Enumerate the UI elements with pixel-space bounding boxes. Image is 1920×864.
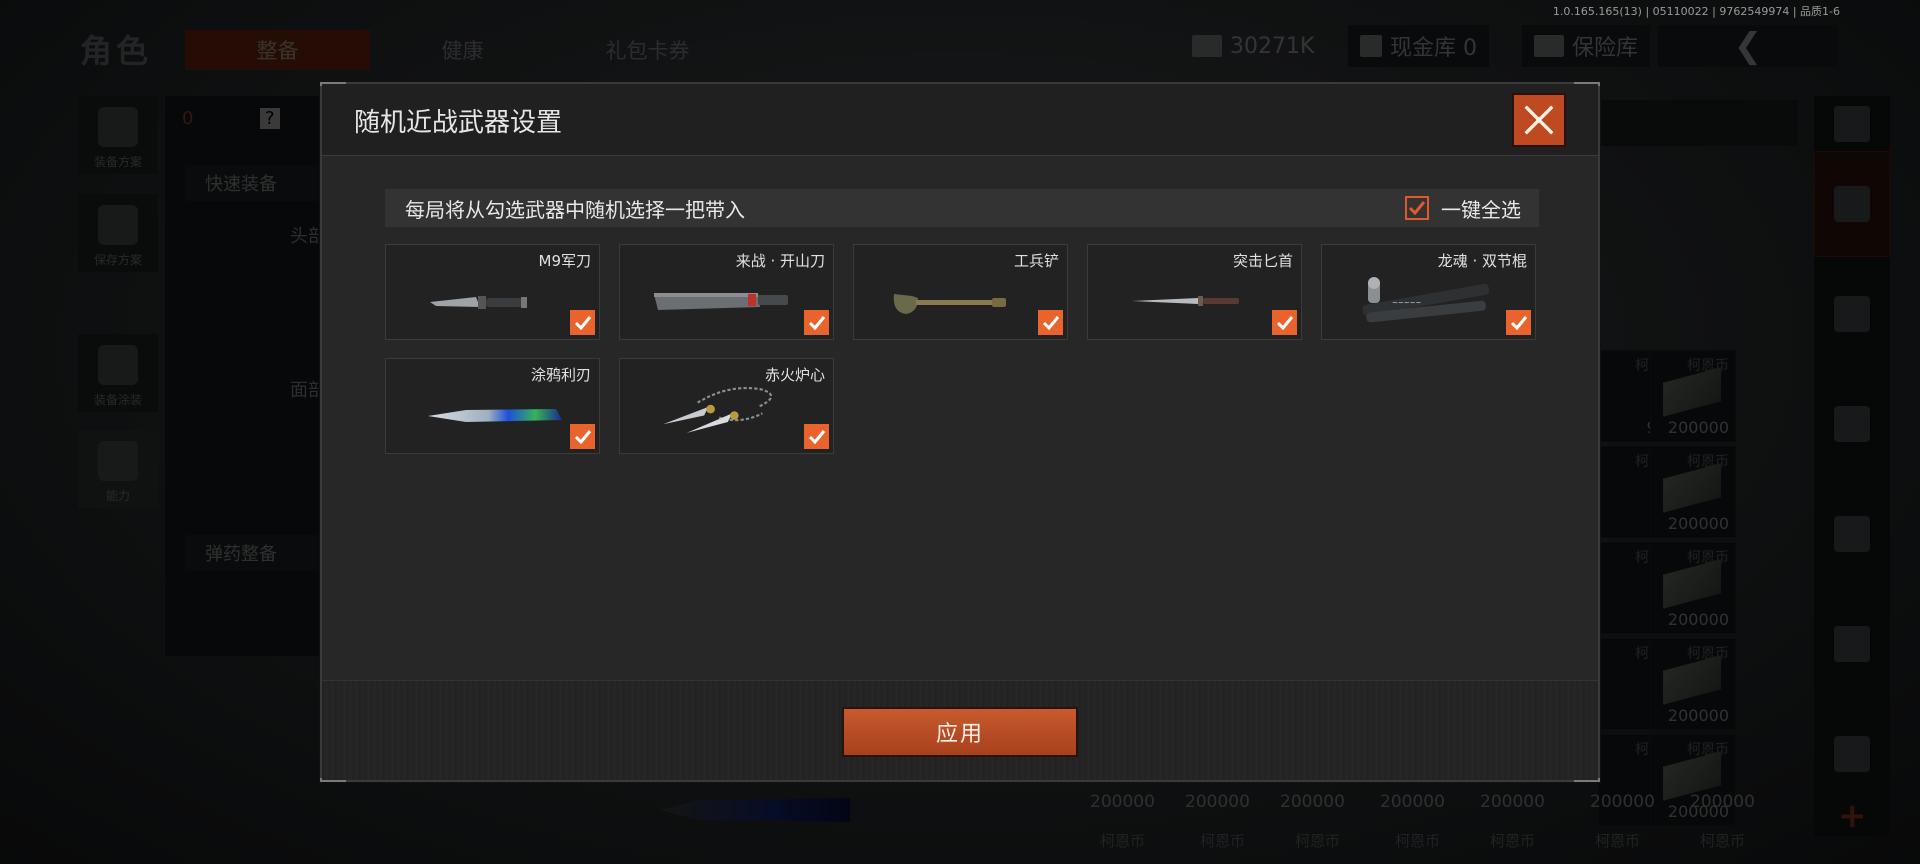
weapon-card-graffiti-blade[interactable]: 涂鸦利刃 [385,358,600,454]
machete-icon [654,293,788,310]
svg-text:~~~~~: ~~~~~ [1392,299,1421,307]
dagger-icon [1132,296,1239,306]
weapon-name: M9军刀 [538,252,592,270]
weapon-card-shovel[interactable]: 工兵铲 [853,244,1068,340]
combat-knife-icon [430,296,527,309]
weapon-checkbox[interactable] [804,424,829,449]
weapon-card-nunchaku[interactable]: 龙魂 · 双节棍 ~~~~~ [1321,244,1536,340]
shovel-icon [893,294,1006,314]
checkmark-icon [1510,315,1527,330]
weapon-card-chain-kunai[interactable]: 赤火炉心 [619,358,834,454]
checkmark-icon [1042,315,1059,330]
nunchaku-icon: ~~~~~ [1362,277,1490,323]
checkmark-icon [1408,201,1426,216]
weapon-name: 来战 · 开山刀 [735,252,825,270]
weapon-checkbox[interactable] [570,424,595,449]
checkmark-icon [1276,315,1293,330]
checkmark-icon [574,315,591,330]
chain-kunai-icon [663,386,773,433]
weapon-name: 龙魂 · 双节棍 [1437,252,1527,270]
checkmark-icon [808,429,825,444]
weapon-name: 涂鸦利刃 [530,366,591,384]
checkmark-icon [808,315,825,330]
weapon-card-m9[interactable]: M9军刀 [385,244,600,340]
weapon-checkbox[interactable] [1506,310,1531,335]
weapon-card-machete[interactable]: 来战 · 开山刀 [619,244,834,340]
info-bar: 每局将从勾选武器中随机选择一把带入 一键全选 [385,189,1539,227]
close-icon [1524,105,1554,135]
weapon-checkbox[interactable] [570,310,595,335]
dialog-footer: 应用 [322,680,1598,780]
game-screen: 角色 整备 健康 礼包卡券 30271K 现金库 0 保险库 ❮ 装备方案 保存… [0,0,1920,864]
weapon-name: 工兵铲 [1013,252,1059,270]
checkmark-icon [574,429,591,444]
weapon-name: 突击匕首 [1232,252,1293,270]
dialog-title: 随机近战武器设置 [354,108,563,138]
weapon-checkbox[interactable] [804,310,829,335]
weapon-card-dagger[interactable]: 突击匕首 [1087,244,1302,340]
weapon-checkbox[interactable] [1038,310,1063,335]
select-all-label: 一键全选 [1441,197,1521,222]
dialog-description: 每局将从勾选武器中随机选择一把带入 [405,197,745,222]
dialog-header: 随机近战武器设置 [322,84,1598,156]
graffiti-blade-icon [428,409,562,422]
random-melee-dialog: 随机近战武器设置 每局将从勾选武器中随机选择一把带入 一键全选 M9军刀 来战 … [320,82,1600,782]
select-all-checkbox[interactable] [1405,196,1429,220]
select-all-toggle[interactable]: 一键全选 [1405,194,1521,223]
close-button[interactable] [1512,93,1566,147]
weapon-checkbox[interactable] [1272,310,1297,335]
apply-button[interactable]: 应用 [842,707,1078,757]
